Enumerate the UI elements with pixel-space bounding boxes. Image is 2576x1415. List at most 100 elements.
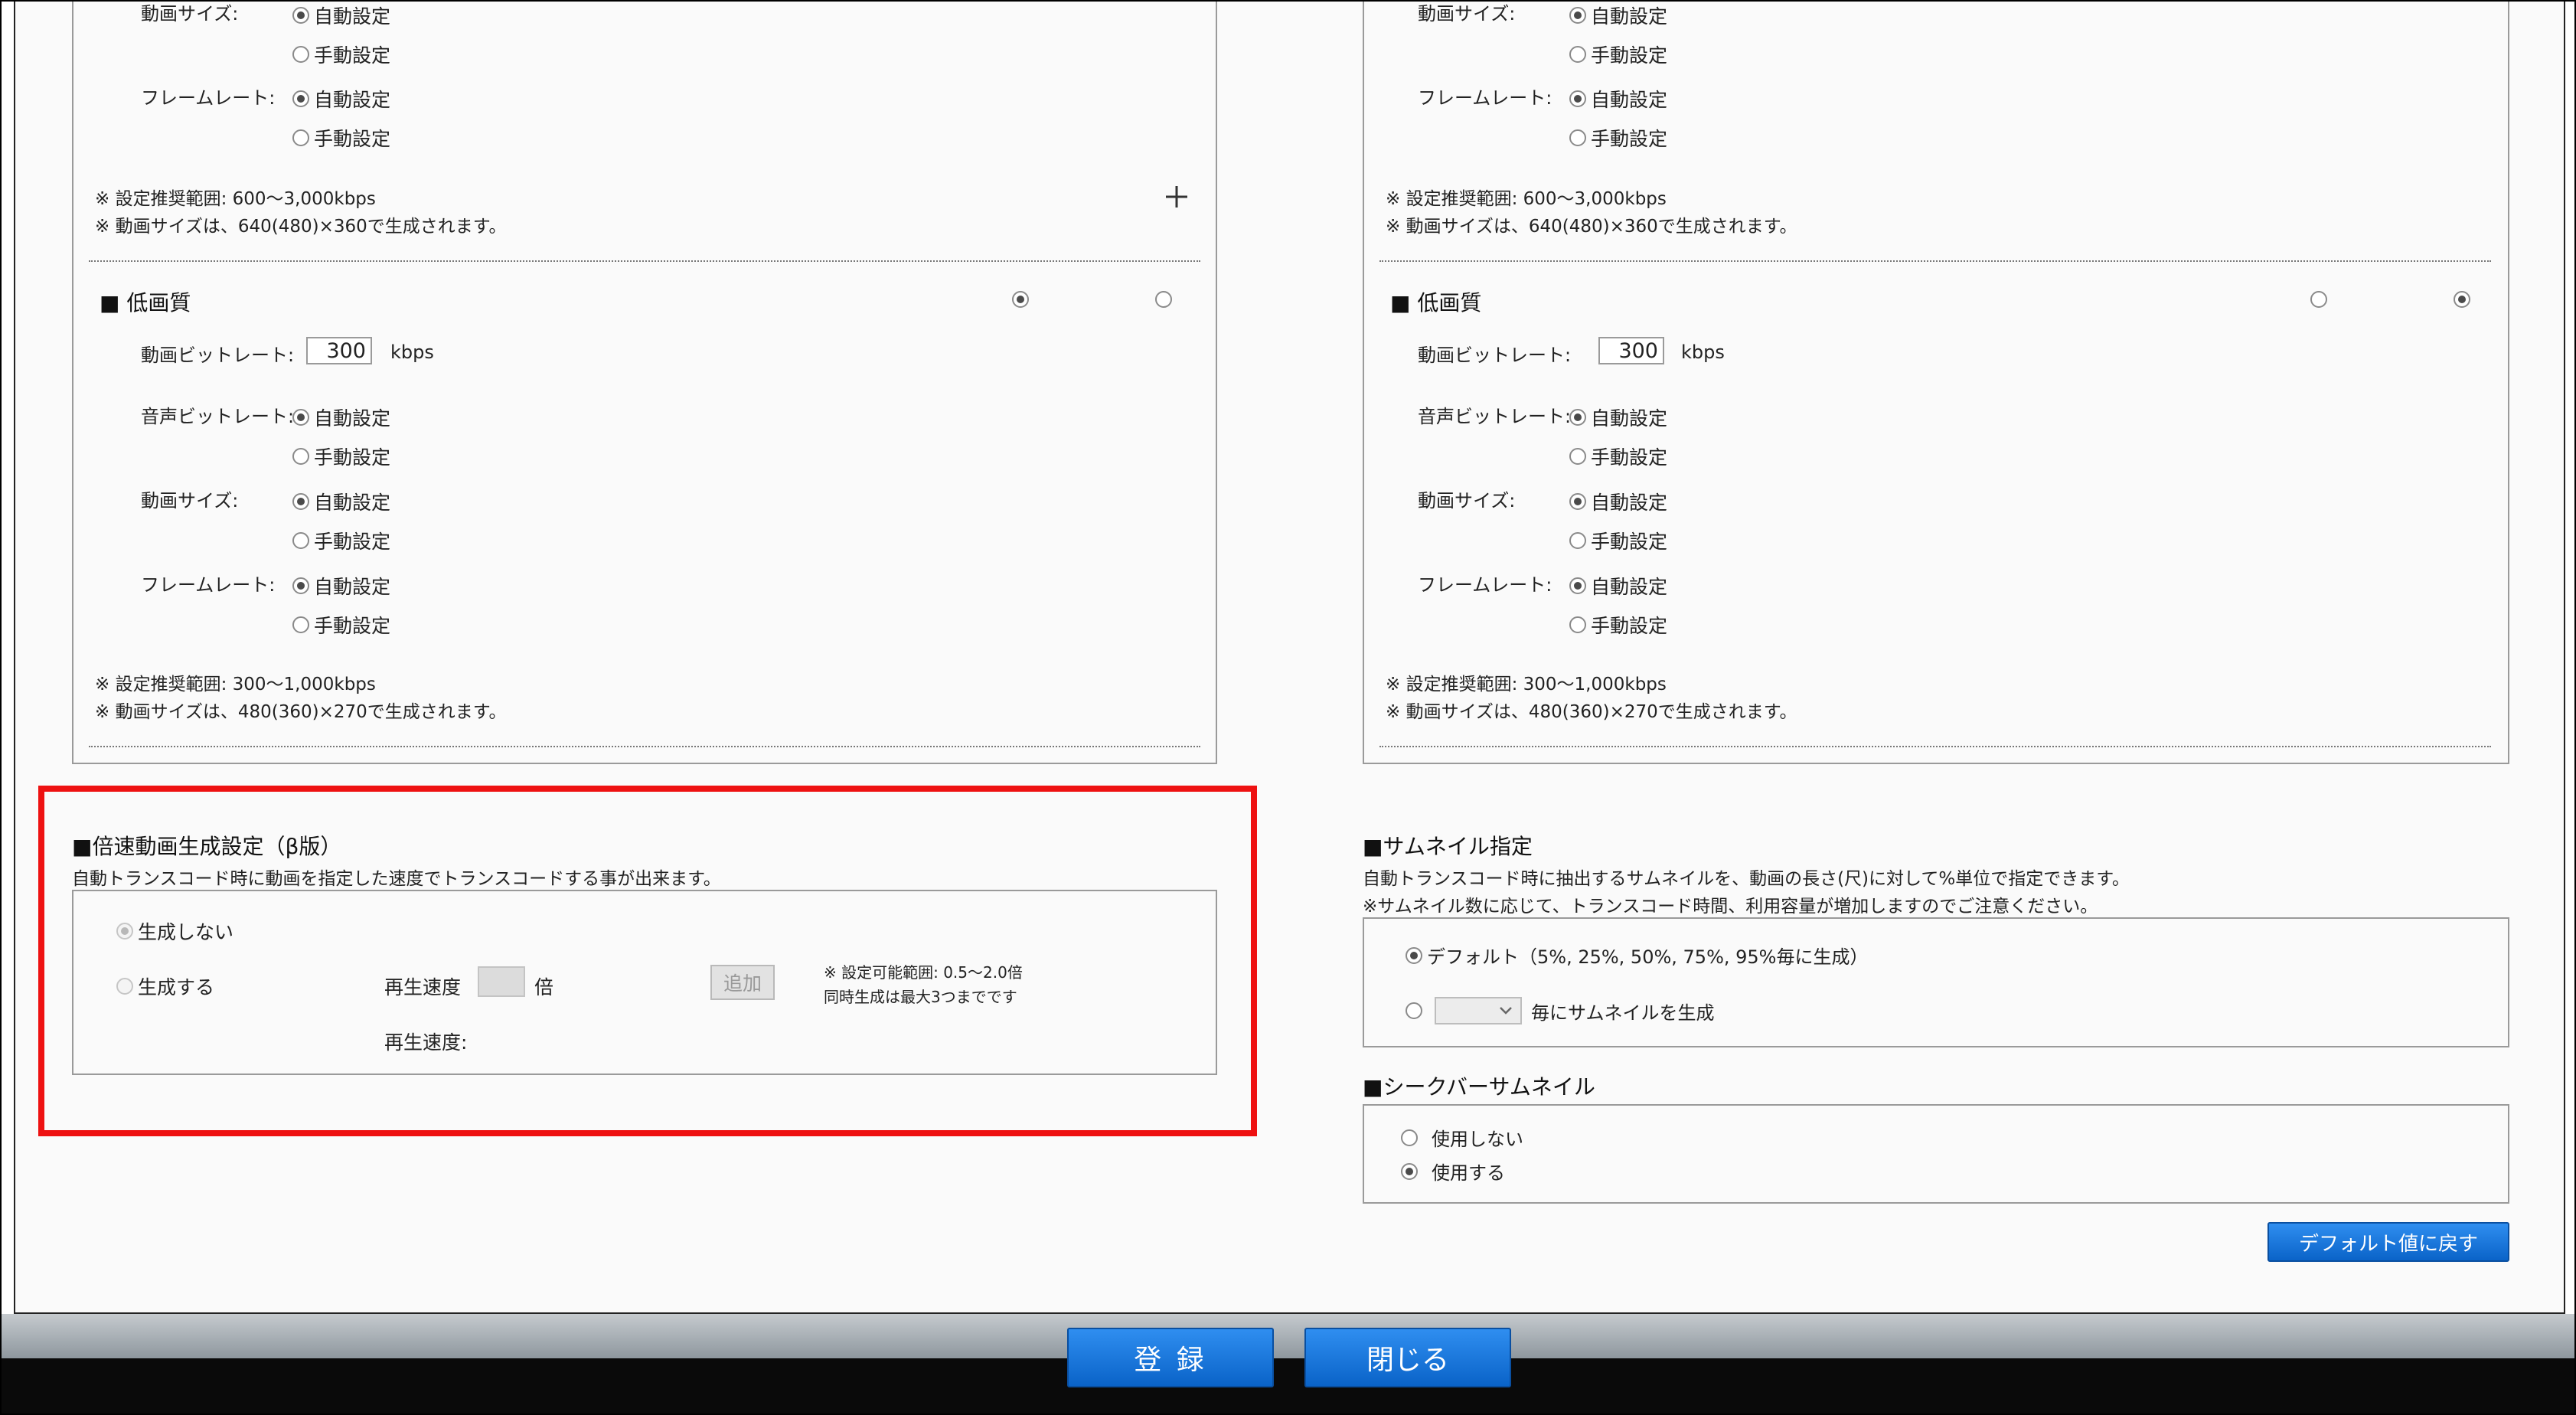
framerate-auto-radio[interactable]: 自動設定 [292, 85, 390, 113]
thumbnail-custom-radio[interactable]: 毎にサムネイルを生成 [1406, 997, 1715, 1024]
register-button-label: 登 録 [1134, 1345, 1207, 1376]
plus-icon[interactable] [1164, 184, 1190, 210]
video-size-auto-radio[interactable]: 自動設定 [292, 488, 390, 515]
reset-button-label: デフォルト値に戻す [2298, 1232, 2478, 1256]
thumbnail-interval-select[interactable] [1435, 997, 1522, 1024]
framerate-manual-radio[interactable]: 手動設定 [1569, 124, 1667, 152]
seekbar-off-radio[interactable]: 使用しない [1401, 1124, 1523, 1151]
radio-indicator [292, 448, 309, 465]
radio-indicator [1401, 1162, 1418, 1180]
video-size-manual-radio[interactable]: 手動設定 [292, 41, 390, 68]
speed-list-label: 再生速度: [384, 1031, 468, 1054]
framerate-label: フレームレート: [1418, 87, 1552, 109]
dialog-frame: 動画サイズ: 自動設定 手動設定 フレームレート: 自動設定 手動設定 ※ 設定… [0, 0, 2576, 1415]
low-quality-select-radio-b[interactable] [2454, 291, 2471, 308]
video-size-manual-radio[interactable]: 手動設定 [1569, 41, 1667, 68]
video-size-note: ※ 動画サイズは、480(360)×270で生成されます。 [1386, 702, 1797, 722]
settings-content: 動画サイズ: 自動設定 手動設定 フレームレート: 自動設定 手動設定 ※ 設定… [14, 2, 2565, 1314]
speed-none-radio[interactable]: 生成しない [116, 917, 233, 945]
bitrate-unit: kbps [390, 341, 434, 363]
close-button-label: 閉じる [1366, 1345, 1449, 1376]
audio-manual-radio[interactable]: 手動設定 [1569, 443, 1667, 470]
radio-indicator [292, 493, 309, 510]
bitrate-unit: kbps [1681, 341, 1725, 363]
speed-unit: 倍 [534, 976, 554, 998]
video-size-note: ※ 動画サイズは、640(480)×360で生成されます。 [95, 217, 507, 237]
low-quality-select-radio-a[interactable] [1012, 291, 1029, 308]
footer-bar [2, 1314, 2574, 1358]
speed-section-title: ■倍速動画生成設定（β版） [72, 834, 342, 859]
add-button-label: 追加 [723, 972, 762, 995]
low-quality-select-radio-b[interactable] [1155, 291, 1173, 308]
radio-indicator [116, 978, 133, 995]
thumbnail-options-box: デフォルト（5%, 25%, 50%, 75%, 95%毎に生成） 毎にサムネイ… [1363, 917, 2509, 1047]
radio-indicator [116, 923, 133, 940]
framerate-auto-radio[interactable]: 自動設定 [292, 572, 390, 600]
speed-limit-note: 同時生成は最大3つまでです [824, 988, 1017, 1006]
framerate-manual-radio[interactable]: 手動設定 [292, 611, 390, 639]
framerate-auto-radio[interactable]: 自動設定 [1569, 572, 1667, 600]
radio-indicator [1569, 577, 1586, 594]
framerate-manual-radio[interactable]: 手動設定 [1569, 611, 1667, 639]
video-size-auto-radio[interactable]: 自動設定 [1569, 488, 1667, 515]
divider [1379, 260, 2491, 262]
chevron-down-icon [1500, 1007, 1512, 1015]
close-button[interactable]: 閉じる [1304, 1328, 1511, 1387]
radio-indicator [292, 46, 309, 63]
seekbar-options-box: 使用しない 使用する [1363, 1104, 2509, 1204]
radio-indicator [292, 577, 309, 594]
radio-indicator [292, 7, 309, 24]
audio-manual-radio[interactable]: 手動設定 [292, 443, 390, 470]
video-size-auto-radio[interactable]: 自動設定 [292, 2, 390, 29]
add-speed-button[interactable]: 追加 [710, 965, 775, 1000]
video-size-note: ※ 動画サイズは、640(480)×360で生成されます。 [1386, 217, 1797, 237]
radio-indicator [1406, 1002, 1422, 1019]
audio-auto-radio[interactable]: 自動設定 [292, 404, 390, 431]
framerate-label: フレームレート: [141, 87, 276, 109]
radio-indicator [1569, 129, 1586, 146]
radio-indicator [1569, 532, 1586, 549]
low-quality-title: ■ 低画質 [1390, 290, 1482, 315]
video-size-manual-radio[interactable]: 手動設定 [1569, 527, 1667, 554]
footer-base [2, 1358, 2574, 1413]
radio-indicator [1569, 90, 1586, 107]
radio-indicator [1569, 7, 1586, 24]
video-size-auto-radio[interactable]: 自動設定 [1569, 2, 1667, 29]
thumbnail-section-subtitle-1: 自動トランスコード時に抽出するサムネイルを、動画の長さ(尺)に対して%単位で指定… [1363, 869, 2130, 889]
radio-indicator [1569, 616, 1586, 633]
low-quality-select-radio-a[interactable] [2310, 291, 2327, 308]
framerate-auto-radio[interactable]: 自動設定 [1569, 85, 1667, 113]
recommended-range-note: ※ 設定推奨範囲: 600～3,000kbps [95, 189, 376, 209]
framerate-label: フレームレート: [1418, 574, 1552, 596]
recommended-range-note: ※ 設定推奨範囲: 300～1,000kbps [95, 675, 376, 694]
seekbar-on-radio[interactable]: 使用する [1401, 1158, 1505, 1185]
radio-indicator [292, 409, 309, 426]
framerate-manual-radio[interactable]: 手動設定 [292, 124, 390, 152]
video-size-label: 動画サイズ: [1418, 3, 1516, 25]
radio-indicator [1569, 448, 1586, 465]
divider [89, 746, 1200, 747]
speed-generate-radio[interactable]: 生成する [116, 972, 214, 1000]
divider [89, 260, 1200, 262]
video-bitrate-input[interactable]: 300 [1598, 337, 1664, 364]
radio-indicator [1569, 46, 1586, 63]
video-bitrate-label: 動画ビットレート: [1418, 345, 1572, 366]
radio-indicator [1406, 946, 1422, 964]
video-bitrate-input[interactable]: 300 [306, 337, 372, 364]
register-button[interactable]: 登 録 [1067, 1328, 1274, 1387]
low-quality-title: ■ 低画質 [100, 290, 191, 315]
speed-label: 再生速度 [384, 976, 462, 998]
thumbnail-default-radio[interactable]: デフォルト（5%, 25%, 50%, 75%, 95%毎に生成） [1406, 942, 1868, 969]
radio-indicator [1569, 493, 1586, 510]
video-size-manual-radio[interactable]: 手動設定 [292, 527, 390, 554]
radio-indicator [1401, 1129, 1418, 1146]
speed-range-note: ※ 設定可能範囲: 0.5～2.0倍 [824, 963, 1023, 982]
reset-defaults-button[interactable]: デフォルト値に戻す [2267, 1222, 2509, 1262]
divider [1379, 746, 2491, 747]
radio-indicator [292, 90, 309, 107]
radio-indicator [1569, 409, 1586, 426]
speed-input[interactable] [478, 966, 525, 997]
video-size-label: 動画サイズ: [141, 3, 239, 25]
audio-auto-radio[interactable]: 自動設定 [1569, 404, 1667, 431]
recommended-range-note: ※ 設定推奨範囲: 300～1,000kbps [1386, 675, 1667, 694]
